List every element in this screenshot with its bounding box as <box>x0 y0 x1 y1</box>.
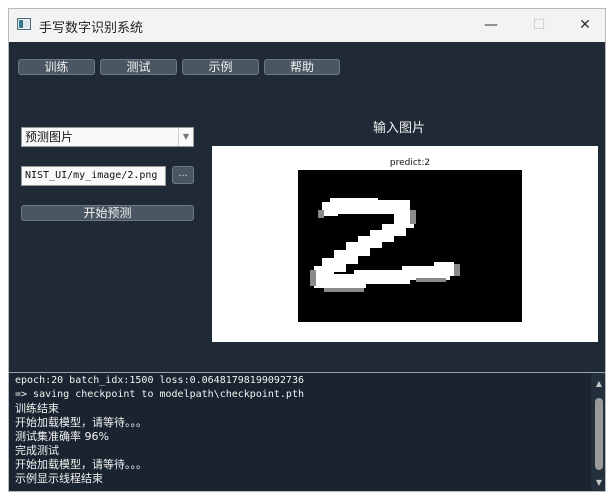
window-title: 手写数字识别系统 <box>39 21 144 36</box>
scroll-up-icon[interactable]: ▲ <box>591 377 605 391</box>
minimize-button[interactable]: — <box>471 12 511 38</box>
browse-button[interactable]: ... <box>172 166 194 184</box>
handwritten-digit-image <box>298 170 522 322</box>
close-button[interactable]: ✕ <box>565 12 605 38</box>
log-line: 完成测试 <box>15 444 59 457</box>
input-image-panel: predict:2 <box>212 146 598 342</box>
scroll-down-icon[interactable]: ▼ <box>591 476 605 490</box>
log-line: => saving checkpoint to modelpath\checkp… <box>15 389 304 400</box>
chevron-down-icon[interactable]: ▼ <box>178 128 193 146</box>
log-line: 训练结束 <box>15 402 59 415</box>
example-button[interactable]: 示例 <box>182 59 259 75</box>
title-bar[interactable]: 手写数字识别系统 — ☐ ✕ <box>9 9 605 42</box>
log-output[interactable]: epoch:20 batch_idx:1500 loss:0.064817981… <box>9 372 605 491</box>
app-icon <box>17 18 31 30</box>
image-path-input[interactable]: NIST_UI/my_image/2.png <box>21 166 166 186</box>
mode-select-value: 预测图片 <box>25 130 74 144</box>
train-button[interactable]: 训练 <box>18 59 95 75</box>
log-line: 测试集准确率 96% <box>15 430 109 443</box>
start-predict-button[interactable]: 开始预测 <box>21 205 194 221</box>
log-line: 开始加载模型，请等待。。。 <box>15 458 147 471</box>
maximize-button[interactable]: ☐ <box>519 12 559 38</box>
test-button[interactable]: 测试 <box>100 59 177 75</box>
input-image-label: 输入图片 <box>372 121 425 136</box>
log-line: 开始加载模型，请等待。。。 <box>15 416 147 429</box>
log-line: epoch:20 batch_idx:1500 loss:0.064817981… <box>15 375 304 386</box>
log-scrollbar[interactable]: ▲ ▼ <box>591 373 605 491</box>
prediction-text: predict:2 <box>389 158 431 168</box>
log-line: 示例显示线程结束 <box>15 472 103 485</box>
help-button[interactable]: 帮助 <box>264 59 340 75</box>
scroll-thumb[interactable] <box>595 398 603 470</box>
digit-image <box>298 170 522 322</box>
main-window: 手写数字识别系统 — ☐ ✕ 训练 测试 示例 帮助 预测图片 ▼ NIST_U… <box>8 8 606 492</box>
log-lines: epoch:20 batch_idx:1500 loss:0.064817981… <box>15 374 585 486</box>
mode-select[interactable]: 预测图片 ▼ <box>21 127 194 147</box>
